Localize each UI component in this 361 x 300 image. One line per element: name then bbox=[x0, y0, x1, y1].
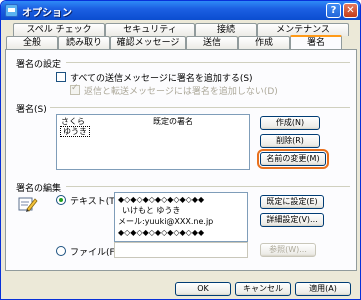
editor-line: ◆◇◆◇◆◇◆◇◆◇◆◇◆◆ bbox=[118, 195, 205, 204]
signature-file-field[interactable] bbox=[114, 242, 248, 258]
help-button[interactable]: ? bbox=[326, 3, 341, 18]
file-signature-label: ファイル(F) bbox=[70, 248, 119, 258]
title-bar[interactable]: オプション ? ✕ bbox=[1, 1, 360, 20]
tab-signatures[interactable]: 署名 bbox=[290, 35, 342, 49]
no-reply-signature-checkbox[interactable] bbox=[70, 83, 80, 95]
editor-line: いけもと ゆうき bbox=[122, 206, 181, 215]
app-icon bbox=[5, 4, 18, 17]
window-title: オプション bbox=[22, 8, 72, 19]
signature-text-editor[interactable]: ◆◇◆◇◆◇◆◇◆◇◆◇◆◆ いけもと ゆうきメール:yuuki@XXX.ne.j… bbox=[114, 192, 248, 242]
list-item[interactable]: ゆうき bbox=[60, 126, 90, 137]
tab-compose[interactable]: 作成 bbox=[238, 36, 290, 49]
file-signature-radio[interactable] bbox=[56, 246, 66, 256]
signatures-page: 署名の設定 すべての送信メッセージに署名を追加する(S) 返信と転送メッセージに… bbox=[5, 49, 357, 271]
settings-divider bbox=[66, 62, 350, 63]
signatures-section-title: 署名(S) bbox=[16, 105, 47, 115]
advanced-settings-button[interactable]: 詳細設定(V)... bbox=[260, 213, 324, 227]
tab-security[interactable]: セキュリティ bbox=[105, 23, 195, 36]
editor-line: メール:yuuki@XXX.ne.jp bbox=[118, 217, 214, 226]
edit-section-title: 署名の編集 bbox=[16, 184, 62, 194]
signatures-divider bbox=[50, 107, 350, 108]
edit-divider bbox=[66, 186, 350, 187]
options-dialog: オプション ? ✕ スペル チェック セキュリティ 接続 メンテナンス 全般 読… bbox=[0, 0, 361, 300]
delete-signature-button[interactable]: 削除(R) bbox=[260, 134, 320, 148]
no-reply-signature-label: 返信と転送メッセージには署名を追加しない(D) bbox=[84, 87, 278, 97]
tab-send[interactable]: 送信 bbox=[186, 36, 238, 49]
add-signature-checkbox[interactable] bbox=[56, 72, 66, 82]
rename-signature-button[interactable]: 名前の変更(M) bbox=[257, 149, 329, 169]
new-signature-button[interactable]: 作成(N) bbox=[260, 116, 320, 130]
browse-button[interactable]: 参照(W)... bbox=[260, 243, 316, 257]
cancel-button[interactable]: キャンセル bbox=[235, 282, 291, 296]
signature-list[interactable]: さくら 既定の署名 ゆうき bbox=[56, 114, 250, 170]
signature-edit-icon bbox=[18, 197, 38, 212]
signature-name: ゆうき bbox=[60, 126, 90, 137]
text-signature-label: テキスト(T) bbox=[70, 197, 119, 207]
close-button[interactable]: ✕ bbox=[343, 3, 358, 18]
tab-receipts[interactable]: 確認メッセージ bbox=[110, 36, 186, 49]
default-signature-label: 既定の署名 bbox=[153, 117, 193, 126]
editor-line: ◆◇◆◇◆◇◆◇◆◇◆◇◆◆ bbox=[118, 228, 205, 237]
signature-name: さくら bbox=[61, 117, 85, 126]
tab-connection[interactable]: 接続 bbox=[195, 23, 257, 36]
tab-read[interactable]: 読み取り bbox=[58, 36, 110, 49]
apply-button[interactable]: 適用(A) bbox=[295, 282, 351, 296]
add-signature-label: すべての送信メッセージに署名を追加する(S) bbox=[70, 74, 253, 84]
settings-section-title: 署名の設定 bbox=[16, 60, 62, 70]
tab-spell-check[interactable]: スペル チェック bbox=[13, 23, 105, 36]
set-default-button[interactable]: 既定に設定(E) bbox=[260, 195, 324, 209]
ok-button[interactable]: OK bbox=[175, 282, 231, 296]
tab-general[interactable]: 全般 bbox=[6, 36, 58, 49]
text-signature-radio[interactable] bbox=[56, 195, 66, 205]
